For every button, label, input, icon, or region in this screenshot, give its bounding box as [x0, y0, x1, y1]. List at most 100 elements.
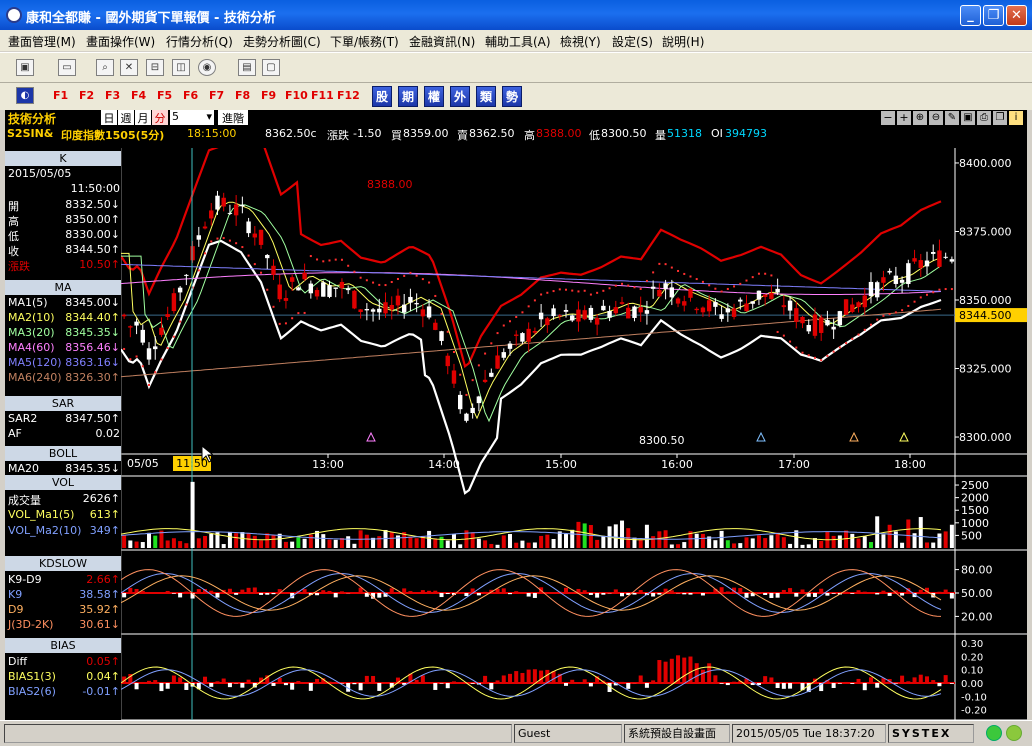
minimize-button[interactable]: _	[960, 5, 981, 26]
tab-day[interactable]: 日	[101, 110, 117, 125]
minus-icon[interactable]: −	[881, 111, 895, 125]
menu-tools[interactable]: 輔助工具(A)	[485, 33, 551, 50]
globe-icon[interactable]: ◉	[198, 59, 216, 76]
monitor-icon[interactable]: ▭	[58, 59, 76, 76]
candle-body	[731, 308, 737, 317]
volume-bar	[476, 538, 481, 548]
sar-dot	[932, 291, 935, 294]
sar-dot	[334, 258, 337, 261]
tab-minute[interactable]: 分	[152, 110, 168, 125]
print-icon[interactable]: ⎙	[977, 111, 991, 125]
sar-label: SAR2	[8, 412, 38, 425]
volume-bar	[744, 537, 749, 548]
kd-diff-bar	[520, 592, 525, 593]
volume-bar	[427, 530, 432, 548]
fkey-f1[interactable]: F1	[53, 89, 68, 102]
candle-body	[271, 265, 276, 275]
candlestick-chart[interactable]: 8400.000 8375.000 8350.000 8325.000 8300.000…	[121, 148, 1027, 720]
fkey-f7[interactable]: F7	[209, 89, 224, 102]
sar-dot	[172, 335, 175, 338]
quick-foreign-button[interactable]: 外	[450, 86, 470, 107]
kd-diff-bar	[389, 588, 394, 593]
restore-icon[interactable]: ⊟	[146, 59, 164, 76]
fkey-f3[interactable]: F3	[105, 89, 120, 102]
volume-bar	[333, 539, 338, 548]
save-icon[interactable]: ▣	[961, 111, 975, 125]
sar-dot	[297, 312, 300, 315]
fkey-f11[interactable]: F11	[311, 89, 334, 102]
tab-month[interactable]: 月	[135, 110, 151, 125]
menu-order-account[interactable]: 下單/帳務(T)	[330, 33, 399, 50]
maximize-button[interactable]: ❐	[983, 5, 1004, 26]
ma5-row: MA5(120) 8363.16↓	[8, 356, 120, 370]
fkey-f10[interactable]: F10	[285, 89, 308, 102]
volume-bar	[918, 517, 923, 548]
fkey-f6[interactable]: F6	[183, 89, 198, 102]
volume-bar	[190, 481, 195, 548]
fkey-f9[interactable]: F9	[261, 89, 276, 102]
menu-help[interactable]: 說明(H)	[662, 33, 704, 50]
candle-body	[501, 352, 506, 358]
fkey-f8[interactable]: F8	[235, 89, 250, 102]
card-icon[interactable]: ▤	[238, 59, 256, 76]
info-icon[interactable]: i	[1009, 111, 1023, 125]
menu-settings[interactable]: 設定(S)	[612, 33, 653, 50]
restore-icon[interactable]: ❐	[993, 111, 1007, 125]
fkey-f2[interactable]: F2	[79, 89, 94, 102]
volume-bar	[620, 520, 625, 548]
plus-icon[interactable]: +	[897, 111, 911, 125]
kd-diff-bar	[532, 593, 537, 598]
menu-finance-info[interactable]: 金融資訊(N)	[409, 33, 475, 50]
sar-dot	[614, 284, 617, 287]
quote-bid: 8359.00	[403, 127, 449, 140]
bias-diff-bar	[900, 675, 905, 683]
advanced-button[interactable]: 進階	[218, 110, 248, 125]
logo-icon[interactable]: ◐	[16, 87, 34, 104]
menu-view[interactable]: 檢視(Y)	[560, 33, 601, 50]
window-icon[interactable]: ▢	[262, 59, 280, 76]
tile-icon[interactable]: ◫	[172, 59, 190, 76]
menu-screen-operate[interactable]: 畫面操作(W)	[86, 33, 155, 50]
volume-bar	[514, 542, 519, 548]
y-tick-label: 8300.000	[959, 431, 1012, 444]
close-button[interactable]: ✕	[1006, 5, 1027, 26]
fkey-f12[interactable]: F12	[337, 89, 360, 102]
kd-diff-bar	[271, 593, 276, 595]
interval-select[interactable]: 5 ▾	[170, 110, 214, 125]
close-window-icon[interactable]: ✕	[120, 59, 138, 76]
menu-screen-manage[interactable]: 畫面管理(M)	[8, 33, 76, 50]
quick-category-button[interactable]: 類	[476, 86, 496, 107]
ma5-label: MA5(120)	[8, 356, 62, 369]
search-icon[interactable]: ⌕	[96, 59, 114, 76]
tab-week[interactable]: 週	[118, 110, 134, 125]
sar-dot	[515, 315, 518, 318]
volume-bar	[806, 544, 811, 548]
kd-diff-bar	[788, 588, 793, 593]
sar-dot	[135, 355, 138, 358]
quote-oi: 394793	[725, 127, 767, 140]
volume-bar	[800, 544, 805, 548]
quick-options-button[interactable]: 權	[424, 86, 444, 107]
quick-futures-button[interactable]: 期	[398, 86, 418, 107]
kd-diff-bar	[943, 589, 948, 593]
candle-body	[775, 288, 780, 293]
draw-icon[interactable]: ✎	[945, 111, 959, 125]
kd-diff-bar	[551, 592, 556, 593]
volume-bar	[203, 535, 208, 548]
bias2-row: BIAS2(6) -0.01↑	[8, 685, 120, 699]
screen-layout-icon[interactable]: ▣	[16, 59, 34, 76]
menu-trend-chart[interactable]: 走勢分析圖(C)	[243, 33, 321, 50]
fkey-f4[interactable]: F4	[131, 89, 146, 102]
candle-body	[843, 299, 849, 315]
candle-body	[825, 320, 830, 326]
quick-trend-button[interactable]: 勢	[502, 86, 522, 107]
zoom-out-icon[interactable]: ⊖	[929, 111, 943, 125]
kd-diff-bar	[252, 587, 257, 593]
quick-stock-button[interactable]: 股	[372, 86, 392, 107]
menu-quote-analysis[interactable]: 行情分析(Q)	[166, 33, 233, 50]
zoom-in-icon[interactable]: ⊕	[913, 111, 927, 125]
kd-diff-row: K9-D9 2.66↑	[8, 573, 120, 587]
volume-bar	[788, 543, 793, 548]
volume-bar	[613, 524, 618, 548]
fkey-f5[interactable]: F5	[157, 89, 172, 102]
